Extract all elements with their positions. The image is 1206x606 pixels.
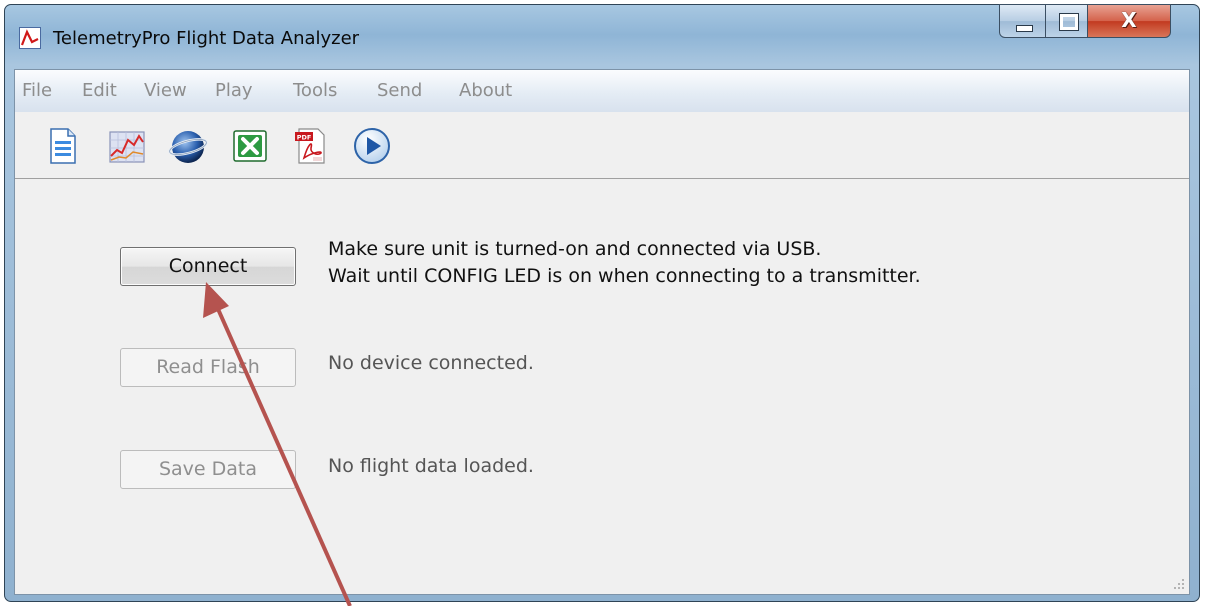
excel-icon[interactable] xyxy=(230,126,270,166)
document-icon[interactable] xyxy=(43,126,83,166)
connect-button[interactable]: Connect xyxy=(120,247,296,286)
read-flash-button[interactable]: Read Flash xyxy=(120,348,296,387)
app-logo-icon xyxy=(19,27,41,49)
menu-about[interactable]: About xyxy=(459,80,512,101)
close-icon: X xyxy=(1121,8,1137,32)
client-area: File Edit View Play Tools Send About PDF… xyxy=(14,69,1190,595)
menu-file[interactable]: File xyxy=(22,80,52,101)
menu-view[interactable]: View xyxy=(144,80,187,101)
resize-grip-icon[interactable] xyxy=(1171,576,1185,590)
maximize-icon xyxy=(1059,13,1079,31)
globe-icon[interactable] xyxy=(168,126,208,166)
minimize-icon xyxy=(1016,25,1033,32)
toolbar: PDF xyxy=(15,112,1189,179)
title-bar[interactable]: TelemetryPro Flight Data Analyzer X xyxy=(5,4,1199,69)
chart-icon[interactable] xyxy=(107,126,147,166)
read-flash-status: No device connected. xyxy=(328,352,534,374)
connect-instructions-line1: Make sure unit is turned-on and connecte… xyxy=(328,238,822,260)
menu-play[interactable]: Play xyxy=(215,80,253,101)
save-data-status: No flight data loaded. xyxy=(328,455,534,477)
menu-tools[interactable]: Tools xyxy=(293,80,337,101)
close-button[interactable]: X xyxy=(1087,4,1171,38)
window-title: TelemetryPro Flight Data Analyzer xyxy=(53,28,360,49)
app-window: TelemetryPro Flight Data Analyzer X File… xyxy=(4,4,1200,602)
save-data-button[interactable]: Save Data xyxy=(120,450,296,489)
menu-edit[interactable]: Edit xyxy=(82,80,117,101)
connect-instructions: Make sure unit is turned-on and connecte… xyxy=(328,236,921,290)
connect-instructions-line2: Wait until CONFIG LED is on when connect… xyxy=(328,265,921,287)
minimize-button[interactable] xyxy=(999,4,1046,38)
menu-bar: File Edit View Play Tools Send About xyxy=(15,70,1189,113)
maximize-button[interactable] xyxy=(1045,4,1088,38)
menu-send[interactable]: Send xyxy=(377,80,422,101)
play-icon[interactable] xyxy=(352,126,392,166)
svg-text:PDF: PDF xyxy=(297,133,312,141)
pdf-icon[interactable]: PDF xyxy=(291,126,331,166)
